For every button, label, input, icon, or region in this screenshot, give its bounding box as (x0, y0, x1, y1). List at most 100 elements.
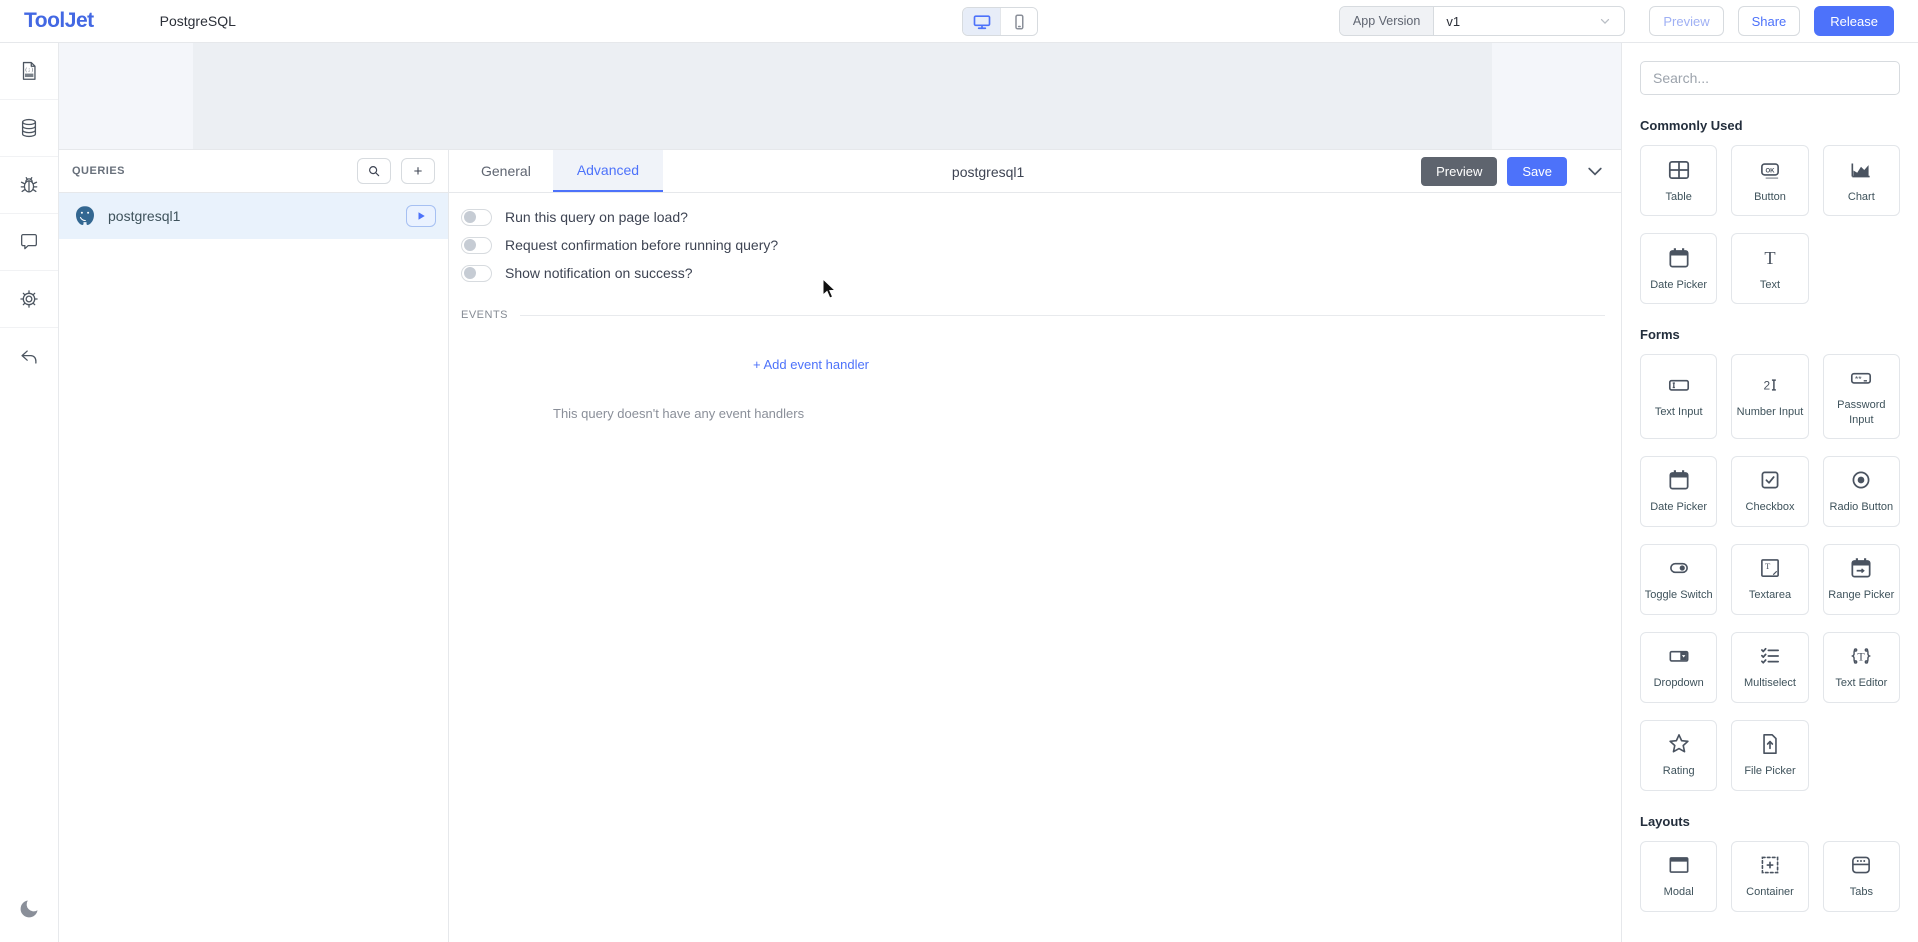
add-query-button[interactable]: + (401, 158, 435, 184)
query-editor: General Advanced postgresql1 Preview Sav… (449, 150, 1621, 942)
textarea-icon: T (1757, 555, 1783, 581)
toggle-label: Run this query on page load? (505, 209, 688, 225)
widget-card-range-picker[interactable]: Range Picker (1823, 544, 1900, 615)
svg-text:T: T (1764, 248, 1775, 268)
code-file-icon: (;) (18, 60, 40, 82)
widget-card-password-input[interactable]: ** Password Input (1823, 354, 1900, 439)
query-editor-header: General Advanced postgresql1 Preview Sav… (449, 150, 1621, 193)
nav-code-inspector-button[interactable]: (;) (0, 43, 58, 100)
mobile-icon (1010, 13, 1028, 31)
widget-card-tabs[interactable]: Tabs (1823, 841, 1900, 912)
release-button[interactable]: Release (1814, 6, 1894, 36)
widget-card-dropdown[interactable]: Dropdown (1640, 632, 1717, 703)
layouts-grid: Modal Container Tabs (1640, 841, 1900, 912)
query-editor-title: postgresql1 (952, 150, 1024, 193)
notify-on-success-toggle[interactable] (461, 265, 492, 282)
widget-card-button[interactable]: OK Button (1731, 145, 1808, 216)
commonly-used-grid: Table OK Button Chart (1640, 145, 1900, 304)
widget-card-container[interactable]: Container (1731, 841, 1808, 912)
star-icon (1666, 731, 1692, 757)
password-input-icon: ** (1848, 365, 1874, 391)
bug-icon (18, 174, 40, 196)
dark-mode-toggle[interactable] (0, 886, 58, 932)
app-version-label: App Version (1340, 7, 1434, 35)
app-version-select[interactable]: v1 (1434, 7, 1624, 35)
divider (520, 315, 1605, 316)
advanced-tab-content: Run this query on page load? Request con… (449, 193, 1621, 421)
text-editor-icon: T (1848, 643, 1874, 669)
app-version-control: App Version v1 (1339, 6, 1625, 36)
widget-card-toggle-switch[interactable]: Toggle Switch (1640, 544, 1717, 615)
search-icon (367, 164, 381, 178)
add-event-handler-link[interactable]: + Add event handler (753, 357, 869, 372)
container-icon (1757, 852, 1783, 878)
device-layout-toggle (962, 7, 1038, 36)
tab-general[interactable]: General (459, 150, 553, 192)
nav-debugger-button[interactable] (0, 157, 58, 214)
section-title-forms: Forms (1640, 327, 1900, 342)
query-list-item[interactable]: postgresql1 (59, 193, 448, 239)
play-icon (416, 211, 426, 221)
queries-header: QUERIES + (59, 150, 448, 193)
date-picker-icon (1666, 467, 1692, 493)
query-name: postgresql1 (108, 208, 180, 224)
toggle-row: Request confirmation before running quer… (461, 231, 1605, 259)
left-navigation-bar: (;) (0, 43, 59, 942)
query-panel: QUERIES + (59, 149, 1621, 942)
tab-advanced[interactable]: Advanced (553, 150, 663, 192)
nav-back-button[interactable] (0, 328, 58, 385)
query-save-button[interactable]: Save (1507, 157, 1567, 186)
plus-icon: + (414, 163, 423, 180)
widget-card-text[interactable]: T Text (1731, 233, 1808, 304)
widget-card-table[interactable]: Table (1640, 145, 1717, 216)
confirm-before-run-toggle[interactable] (461, 237, 492, 254)
svg-text:2: 2 (1763, 379, 1770, 393)
toggle-row: Show notification on success? (461, 259, 1605, 287)
nav-comments-button[interactable] (0, 214, 58, 271)
widget-card-number-input[interactable]: 2 Number Input (1731, 354, 1808, 439)
widget-card-multiselect[interactable]: Multiselect (1731, 632, 1808, 703)
app-canvas[interactable] (193, 43, 1492, 149)
chart-widget-icon (1848, 157, 1874, 183)
preview-app-button[interactable]: Preview (1649, 6, 1723, 36)
toggle-label: Request confirmation before running quer… (505, 237, 778, 253)
desktop-layout-button[interactable] (963, 8, 1000, 35)
nav-datasources-button[interactable] (0, 100, 58, 157)
postgresql-icon (73, 204, 97, 228)
widget-card-file-picker[interactable]: File Picker (1731, 720, 1808, 791)
widget-card-radio-button[interactable]: Radio Button (1823, 456, 1900, 527)
widget-card-rating[interactable]: Rating (1640, 720, 1717, 791)
widget-card-chart[interactable]: Chart (1823, 145, 1900, 216)
widget-card-modal[interactable]: Modal (1640, 841, 1717, 912)
toggle-switch-icon (1666, 555, 1692, 581)
run-on-page-load-toggle[interactable] (461, 209, 492, 226)
mobile-layout-button[interactable] (1000, 8, 1037, 35)
widget-search-input[interactable] (1640, 61, 1900, 95)
events-empty-message: This query doesn't have any event handle… (553, 406, 1605, 421)
file-upload-icon (1757, 731, 1783, 757)
collapse-panel-chevron-icon[interactable] (1585, 161, 1605, 181)
widget-card-textarea[interactable]: T Textarea (1731, 544, 1808, 615)
multiselect-icon (1757, 643, 1783, 669)
chevron-down-icon (1598, 14, 1612, 28)
table-icon (1666, 157, 1692, 183)
share-button[interactable]: Share (1738, 6, 1801, 36)
widget-card-text-editor[interactable]: T Text Editor (1823, 632, 1900, 703)
events-section-header: EVENTS (461, 309, 1605, 321)
modal-icon (1666, 852, 1692, 878)
widget-card-date-picker[interactable]: Date Picker (1640, 233, 1717, 304)
desktop-icon (972, 12, 992, 32)
query-preview-button[interactable]: Preview (1421, 157, 1497, 186)
widget-card-date-picker-form[interactable]: Date Picker (1640, 456, 1717, 527)
widget-card-text-input[interactable]: Text Input (1640, 354, 1717, 439)
tooljet-logo[interactable]: ToolJet (24, 9, 94, 33)
query-editor-tabs: General Advanced (459, 150, 663, 192)
query-search-button[interactable] (357, 158, 391, 184)
run-query-button[interactable] (406, 205, 436, 227)
section-title-layouts: Layouts (1640, 814, 1900, 829)
canvas-background (59, 43, 1621, 149)
nav-settings-button[interactable] (0, 271, 58, 328)
moon-icon (17, 897, 41, 921)
section-title-commonly-used: Commonly Used (1640, 118, 1900, 133)
widget-card-checkbox[interactable]: Checkbox (1731, 456, 1808, 527)
